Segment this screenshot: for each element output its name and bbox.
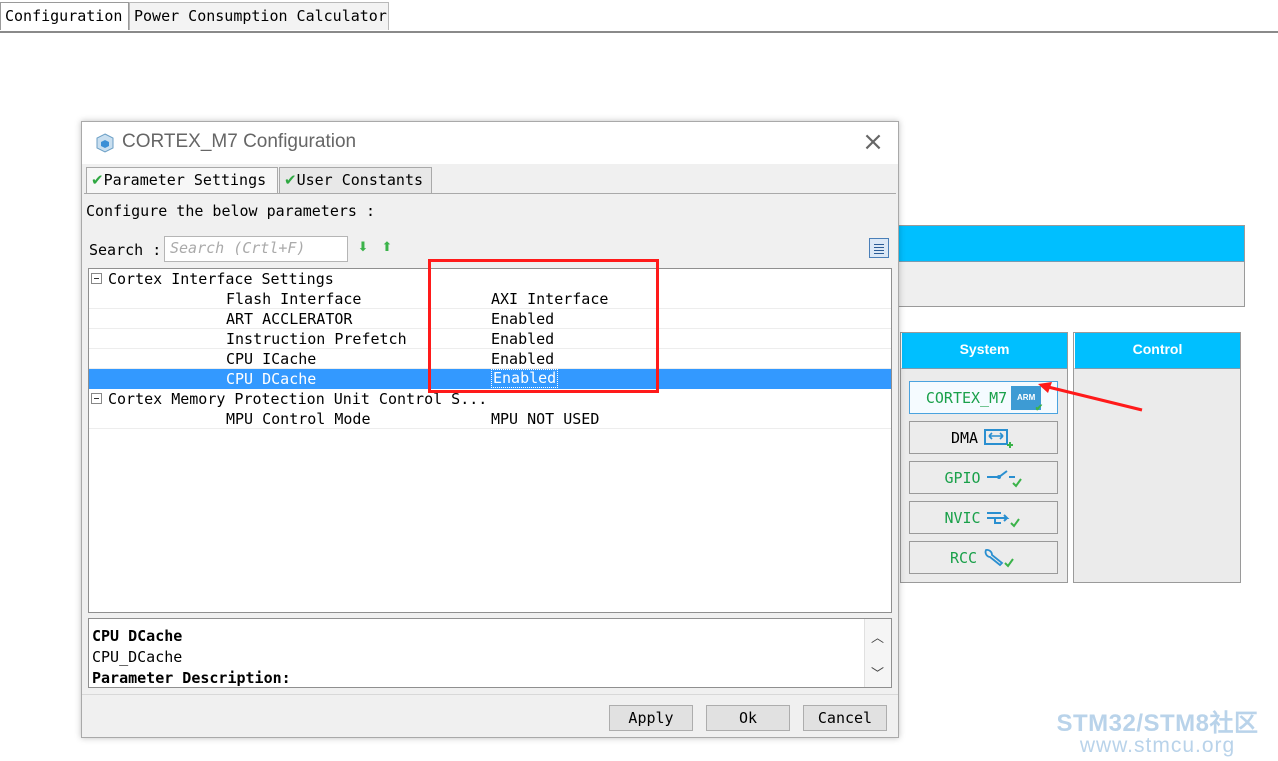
gpio-button[interactable]: GPIO (909, 461, 1058, 494)
category-header-panel (897, 225, 1245, 307)
chevron-down-icon[interactable]: ﹀ (871, 663, 884, 682)
highlight-box (428, 259, 659, 393)
ok-button[interactable]: Ok (706, 705, 790, 731)
dialog-title: CORTEX_M7 Configuration (122, 131, 357, 152)
description-heading: Parameter Description: (92, 669, 291, 687)
tab-user-constants[interactable]: ✔User Constants (279, 167, 432, 193)
expand-all-icon[interactable] (869, 238, 889, 258)
dialog-title-bar: CORTEX_M7 Configuration × (82, 122, 898, 164)
arrow-up-icon[interactable]: ⬆ (379, 240, 395, 256)
chevron-up-icon[interactable]: ︿ (871, 627, 884, 646)
system-category-header[interactable]: System (901, 333, 1067, 369)
cortex-m7-label: CORTEX_M7 (925, 388, 1008, 407)
arrow-down-icon[interactable]: ⬇ (355, 240, 371, 256)
nvic-icon (986, 511, 1020, 528)
tab-power-consumption-calculator[interactable]: Power Consumption Calculator (129, 2, 389, 30)
check-icon: ✔ (91, 171, 104, 189)
description-title: CPU DCache (92, 627, 183, 645)
gpio-icon (986, 469, 1022, 488)
collapse-icon[interactable] (91, 273, 102, 284)
top-tab-bar: Configuration Power Consumption Calculat… (0, 0, 1278, 33)
tab-parameter-settings[interactable]: ✔Parameter Settings (86, 167, 278, 194)
rcc-button[interactable]: RCC (909, 541, 1058, 574)
close-icon[interactable]: × (862, 129, 884, 155)
parameter-row[interactable]: MPU Control Mode MPU NOT USED (89, 409, 891, 429)
description-id: CPU_DCache (92, 648, 183, 666)
cancel-button[interactable]: Cancel (803, 705, 887, 731)
configure-instructions: Configure the below parameters : (86, 202, 375, 220)
tab-bar-divider (0, 31, 1278, 33)
cortex-m7-configuration-dialog: CORTEX_M7 Configuration × ✔Parameter Set… (81, 121, 899, 738)
dma-label: DMA (950, 428, 979, 447)
collapse-icon[interactable] (91, 393, 102, 404)
rcc-label: RCC (949, 548, 978, 567)
gpio-label: GPIO (944, 468, 981, 487)
check-icon: ✔ (284, 171, 297, 189)
control-category-panel: Control (1073, 332, 1241, 583)
dma-icon (984, 428, 1014, 448)
nvic-button[interactable]: NVIC (909, 501, 1058, 534)
tab-configuration[interactable]: Configuration (0, 2, 129, 30)
parameter-description-panel: CPU DCache CPU_DCache Parameter Descript… (88, 618, 892, 688)
cube-icon (96, 133, 114, 153)
search-label: Search : (89, 241, 162, 259)
search-input[interactable]: Search (Crtl+F) (164, 236, 348, 262)
watermark: STM32/STM8社区 www.stmcu.org (1056, 710, 1259, 757)
nvic-label: NVIC (944, 508, 981, 527)
description-scrollbar[interactable]: ︿ ﹀ (864, 619, 891, 687)
red-arrow-annotation (1038, 382, 1143, 412)
dma-button[interactable]: DMA (909, 421, 1058, 454)
wrench-icon (984, 548, 1014, 568)
control-category-header[interactable]: Control (1074, 333, 1240, 369)
apply-button[interactable]: Apply (609, 705, 693, 731)
